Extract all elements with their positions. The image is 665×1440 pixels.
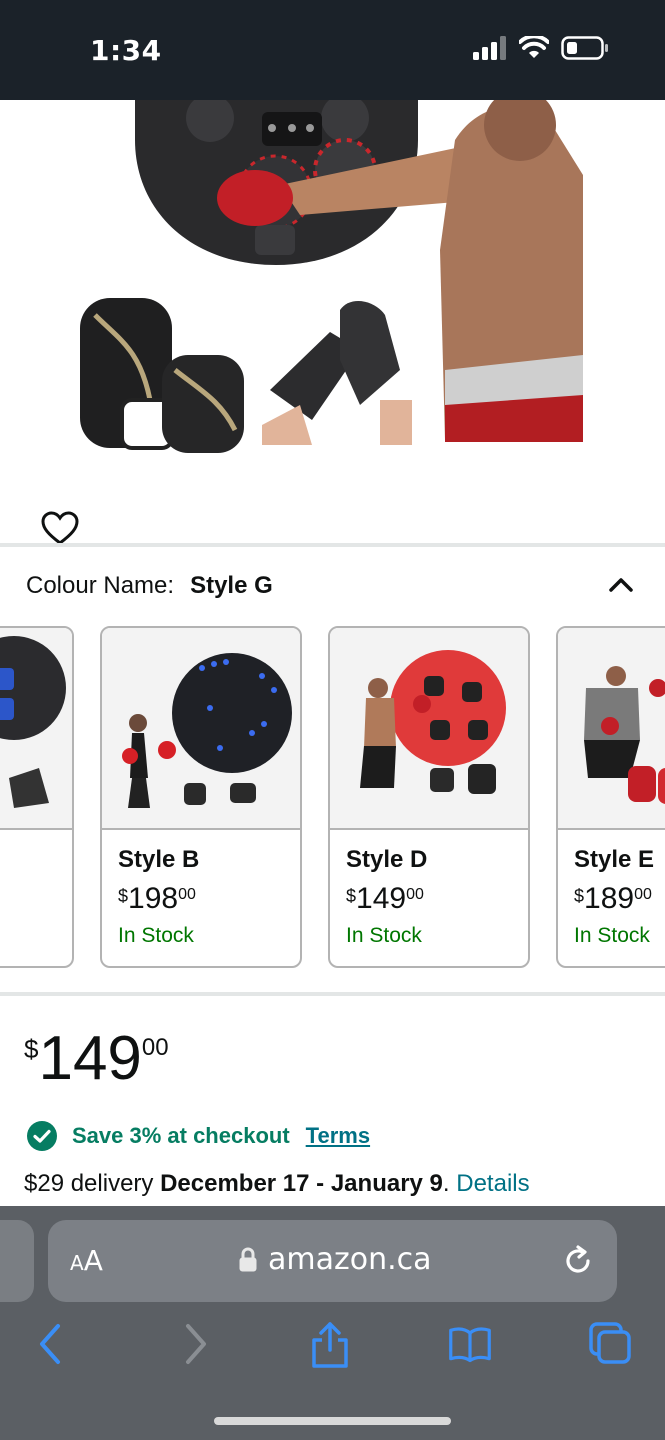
forward-arrow-icon[interactable] (172, 1320, 216, 1368)
swatch-price-whole: 149 (356, 882, 407, 915)
style-swatches[interactable]: Style B $ 198 00 In Stock Style D $ 149 … (0, 626, 665, 970)
lock-icon (239, 1247, 257, 1271)
boxing-gloves-graphic (80, 298, 244, 453)
product-hero-image[interactable] (0, 100, 665, 545)
signal-icon (473, 36, 506, 60)
favorite-heart-icon[interactable] (40, 509, 80, 545)
swatch-price: $ 149 00 (346, 882, 424, 916)
save-text: Save 3% at checkout (72, 1123, 290, 1148)
swatch-image (558, 628, 665, 830)
mma-gloves-graphic (258, 300, 413, 445)
safari-bottom-bar: AA amazon.ca (0, 1206, 665, 1440)
swatch-price-whole: 189 (584, 882, 635, 915)
swatch-name: Style E (574, 846, 655, 873)
swatch-price-currency: $ (118, 886, 129, 906)
product-price: $ 149 00 (24, 1024, 169, 1094)
swatch-price: $ 198 00 (118, 882, 196, 916)
swatch-price-cents: 00 (406, 886, 424, 903)
tabs-icon[interactable] (588, 1320, 632, 1368)
back-arrow-icon[interactable] (30, 1320, 74, 1368)
aa-small: A (70, 1251, 84, 1275)
swatch-price-currency: $ (574, 886, 585, 906)
swatch-card-style-b[interactable]: Style B $ 198 00 In Stock (100, 626, 302, 968)
section-divider (0, 543, 665, 547)
chevron-up-icon[interactable] (606, 570, 636, 600)
url-display[interactable]: amazon.ca (238, 1242, 432, 1277)
price-whole: 149 (38, 1024, 142, 1093)
delivery-prefix: $29 delivery (24, 1170, 161, 1197)
browser-toolbar (0, 1320, 665, 1376)
terms-link[interactable]: Terms (306, 1123, 370, 1149)
swatch-price-cents: 00 (178, 886, 196, 903)
text-size-button[interactable]: AA (70, 1244, 103, 1277)
delivery-dates: December 17 - January 9 (160, 1170, 443, 1197)
price-currency: $ (24, 1034, 39, 1064)
swatch-stock: In Stock (346, 924, 422, 947)
swatch-card-style-d[interactable]: Style D $ 149 00 In Stock (328, 626, 530, 968)
swatch-name: Style B (118, 846, 200, 873)
swatch-price: $ 189 00 (574, 882, 652, 916)
status-icons (473, 36, 609, 60)
battery-icon (561, 36, 608, 60)
swatch-card-style-e[interactable]: Style E $ 189 00 In Stock (556, 626, 665, 968)
swatch-price-whole: 198 (128, 882, 179, 915)
wifi-icon (519, 36, 549, 58)
swatch-card[interactable] (0, 626, 74, 968)
bookmarks-icon[interactable] (448, 1320, 492, 1368)
reload-icon[interactable] (561, 1244, 595, 1278)
home-indicator[interactable] (214, 1417, 451, 1425)
colour-value: Style G (190, 572, 273, 599)
promo-row: Save 3% at checkout Terms (26, 1120, 370, 1152)
delivery-suffix: . (442, 1170, 457, 1197)
aa-big: A (83, 1244, 103, 1277)
delivery-info: $29 delivery December 17 - January 9. De… (24, 1170, 530, 1198)
previous-tab-stub[interactable] (0, 1220, 34, 1302)
url-text: amazon.ca (268, 1242, 432, 1277)
share-icon[interactable] (308, 1320, 352, 1368)
swatch-stock: In Stock (574, 924, 650, 947)
colour-selector-header[interactable]: Colour Name: Style G (26, 566, 636, 606)
swatch-stock: In Stock (118, 924, 194, 947)
details-link[interactable]: Details (456, 1170, 529, 1197)
swatch-price-cents: 00 (634, 886, 652, 903)
swatch-image (330, 628, 528, 830)
section-divider (0, 992, 665, 996)
swatch-image (0, 628, 72, 830)
check-circle-icon (27, 1121, 57, 1151)
price-cents: 00 (141, 1034, 169, 1061)
hero-illustration (80, 100, 583, 453)
address-bar[interactable]: AA amazon.ca (48, 1220, 617, 1302)
swatch-image (102, 628, 300, 830)
swatch-price-currency: $ (346, 886, 357, 906)
status-time: 1:34 (90, 34, 162, 67)
colour-label: Colour Name: (26, 572, 175, 599)
status-bar: 1:34 (0, 0, 665, 100)
swatch-name: Style D (346, 846, 428, 873)
